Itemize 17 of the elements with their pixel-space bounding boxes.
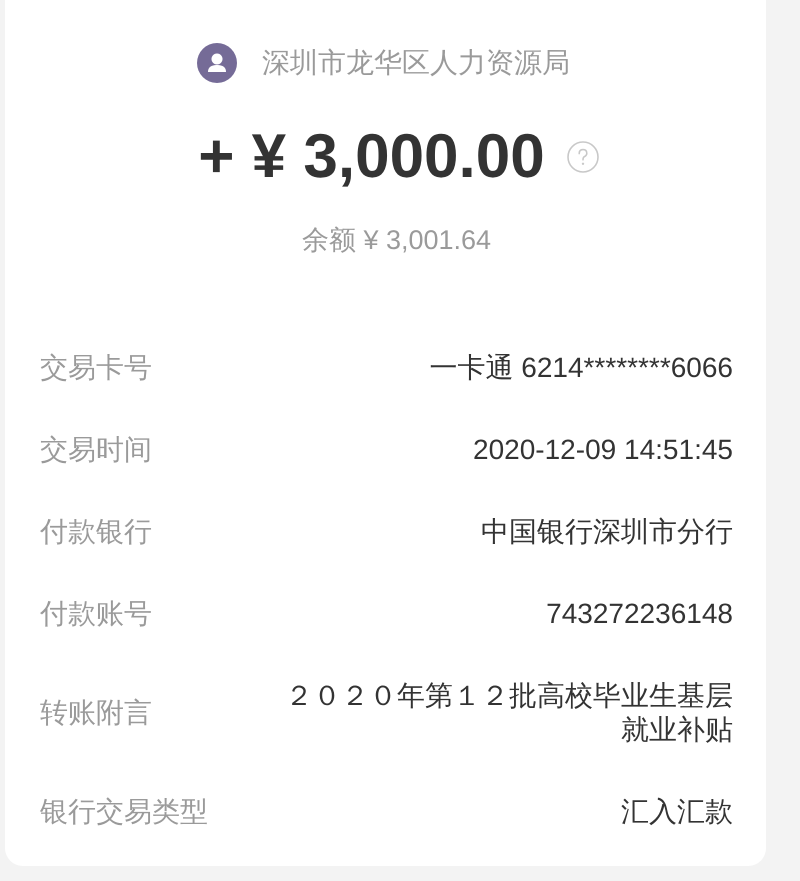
payer-name: 深圳市龙华区人力资源局: [262, 46, 570, 80]
detail-label: 付款账号: [40, 597, 152, 631]
detail-value: 一卡通 6214********6066: [429, 351, 733, 385]
detail-label: 交易时间: [40, 433, 152, 467]
detail-label: 转账附言: [40, 696, 152, 730]
help-icon[interactable]: [566, 141, 599, 173]
detail-value: 中国银行深圳市分行: [481, 515, 733, 549]
transaction-amount: + ¥ 3,000.00: [198, 122, 545, 192]
detail-value: 汇入汇款: [621, 795, 733, 829]
detail-label: 银行交易类型: [40, 795, 208, 829]
balance-text: 余额 ¥ 3,001.64: [300, 224, 492, 257]
detail-value: ２０２０年第１２批高校毕业生基层就业补贴: [284, 679, 733, 747]
detail-value: 2020-12-09 14:51:45: [473, 433, 733, 467]
detail-value: 743272236148: [546, 597, 733, 631]
avatar-icon: [197, 43, 237, 83]
detail-label: 交易卡号: [40, 351, 152, 385]
detail-label: 付款银行: [40, 515, 152, 549]
